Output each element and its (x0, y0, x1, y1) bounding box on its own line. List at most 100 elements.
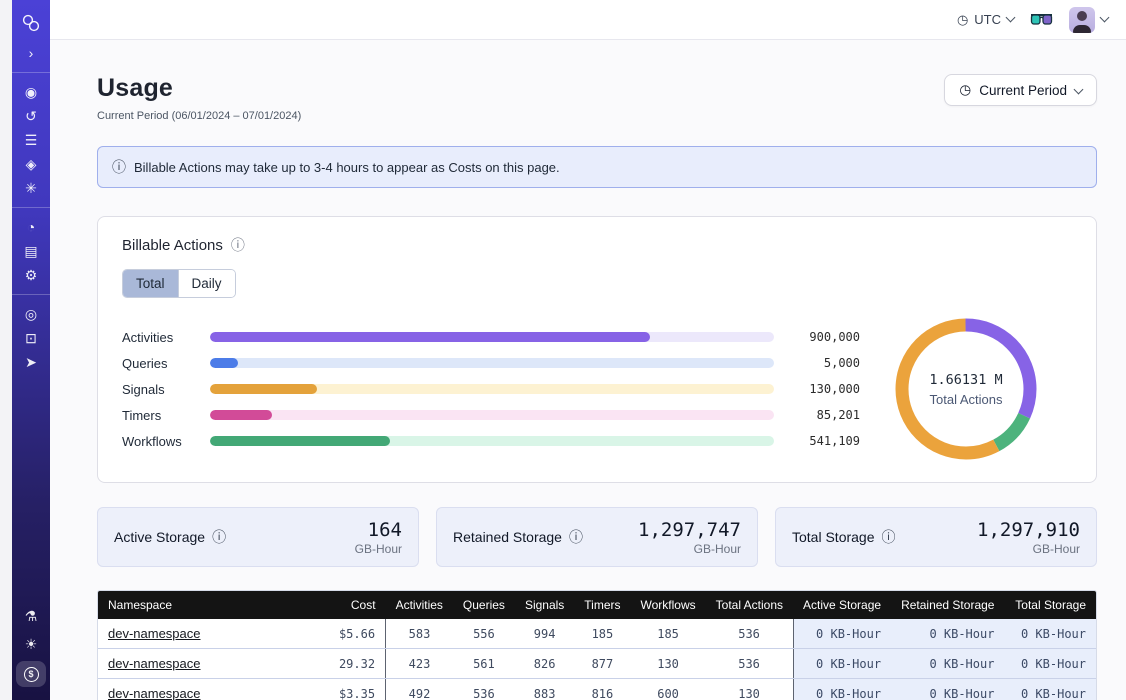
info-icon[interactable]: ⓘ (569, 527, 583, 547)
bar-fill (210, 410, 272, 420)
col-namespace: Namespace (98, 591, 316, 619)
sidebar: › ◉ ↺ ☰ ◈ ✳ ◔ ▤ ⚙ ◎ ⊡ ➤ ⚗ (12, 0, 50, 700)
bar-row: Signals 130,000 (122, 376, 860, 402)
timezone-selector[interactable]: ◷ UTC (957, 12, 1014, 28)
namespace-link[interactable]: dev-namespace (108, 686, 201, 700)
col-retained-storage: Retained Storage (891, 591, 1004, 619)
bar-fill (210, 436, 390, 446)
bar-track (210, 384, 774, 394)
sidebar-nav-group-3: ◎ ⊡ ➤ (17, 302, 45, 374)
bar-value: 85,201 (774, 408, 860, 422)
cell-timers: 816 (574, 679, 630, 700)
table-row: dev-namespace $3.35 492 536 883 816 600 … (98, 679, 1096, 700)
gauge-icon[interactable]: ◔ (17, 216, 45, 238)
sidebar-divider (12, 72, 50, 73)
cell-cost: $5.66 (316, 619, 386, 649)
cell-total-storage: 0 KB-Hour (1004, 649, 1096, 679)
timezone-label: UTC (974, 12, 1001, 27)
glasses-icon[interactable] (1030, 13, 1053, 26)
col-signals: Signals (515, 591, 574, 619)
chevron-right-icon[interactable]: › (17, 42, 45, 64)
sun-icon[interactable]: ☀ (17, 633, 45, 655)
propeller-logo-icon[interactable] (17, 9, 45, 37)
cell-retained-storage: 0 KB-Hour (891, 649, 1004, 679)
user-menu[interactable] (1069, 7, 1108, 33)
page-title: Usage (97, 74, 301, 103)
bar-track (210, 358, 774, 368)
storage-card: Active Storage ⓘ 164 GB-Hour (97, 507, 419, 567)
col-workflows: Workflows (631, 591, 706, 619)
storage-card: Total Storage ⓘ 1,297,910 GB-Hour (775, 507, 1097, 567)
namespace-link[interactable]: dev-namespace (108, 656, 201, 671)
coin-circle: $ (24, 667, 39, 682)
bar-row: Activities 900,000 (122, 324, 860, 350)
bar-label: Activities (122, 330, 190, 345)
donut-total-label: Total Actions (929, 392, 1002, 407)
cell-workflows: 600 (631, 679, 706, 700)
bar-fill (210, 332, 650, 342)
storage-card: Retained Storage ⓘ 1,297,747 GB-Hour (436, 507, 758, 567)
info-icon: ⓘ (112, 157, 126, 177)
storage-card-value: 164 (355, 519, 402, 541)
bar-track (210, 410, 774, 420)
bar-label: Workflows (122, 434, 190, 449)
cell-retained-storage: 0 KB-Hour (891, 679, 1004, 700)
sidebar-divider (12, 294, 50, 295)
period-button-label: Current Period (979, 83, 1067, 98)
cell-total-actions: 536 (706, 649, 793, 679)
banner-text: Billable Actions may take up to 3-4 hour… (134, 160, 560, 175)
bar-value: 130,000 (774, 382, 860, 396)
billable-actions-title: Billable Actions (122, 237, 223, 254)
cell-activities: 583 (386, 619, 453, 649)
flask-icon[interactable]: ⚗ (17, 605, 45, 627)
chevron-down-icon (1006, 13, 1016, 23)
current-period-button[interactable]: ◷ Current Period (944, 74, 1097, 106)
bar-value: 900,000 (774, 330, 860, 344)
main-content: Usage Current Period (06/01/2024 – 07/01… (50, 40, 1126, 700)
cube-icon[interactable]: ◈ (17, 153, 45, 175)
lifebuoy-icon[interactable]: ◎ (17, 303, 45, 325)
col-total-actions: Total Actions (706, 591, 793, 619)
namespace-link[interactable]: dev-namespace (108, 626, 201, 641)
eye-icon[interactable]: ◉ (17, 81, 45, 103)
bar-label: Timers (122, 408, 190, 423)
monitor-icon[interactable]: ⊡ (17, 327, 45, 349)
table-body: dev-namespace $5.66 583 556 994 185 185 … (98, 619, 1096, 700)
cell-active-storage: 0 KB-Hour (793, 649, 891, 679)
sidebar-bottom-group: ⚗ ☀ $ (16, 602, 46, 690)
clock-arrow-icon[interactable]: ↺ (17, 105, 45, 127)
bar-label: Signals (122, 382, 190, 397)
total-daily-tabs: Total Daily (122, 269, 236, 298)
col-cost: Cost (316, 591, 386, 619)
cell-signals: 826 (515, 649, 574, 679)
info-icon[interactable]: ⓘ (231, 235, 245, 255)
cell-total-actions: 130 (706, 679, 793, 700)
bar-fill (210, 358, 238, 368)
col-active-storage: Active Storage (793, 591, 891, 619)
avatar (1069, 7, 1095, 33)
billable-actions-bar-chart: Activities 900,000 Queries 5,000 (122, 324, 860, 454)
info-icon[interactable]: ⓘ (212, 527, 226, 547)
cell-active-storage: 0 KB-Hour (793, 679, 891, 700)
cell-cost: $3.35 (316, 679, 386, 700)
cell-workflows: 130 (631, 649, 706, 679)
storage-card-label: Total Storage (792, 529, 875, 545)
asterisk-icon[interactable]: ✳ (17, 177, 45, 199)
cell-timers: 185 (574, 619, 630, 649)
cell-timers: 877 (574, 649, 630, 679)
table-header-row: Namespace Cost Activities Queries Signal… (98, 591, 1096, 619)
tab-total[interactable]: Total (123, 270, 178, 297)
bar-track (210, 332, 774, 342)
dollar-coin-icon[interactable]: $ (16, 661, 46, 687)
info-icon[interactable]: ⓘ (882, 527, 896, 547)
cell-active-storage: 0 KB-Hour (793, 619, 891, 649)
clock-icon: ◷ (957, 12, 968, 28)
storage-card-unit: GB-Hour (355, 542, 402, 556)
card-icon[interactable]: ▤ (17, 240, 45, 262)
layers-icon[interactable]: ☰ (17, 129, 45, 151)
rocket-icon[interactable]: ➤ (17, 351, 45, 373)
tab-daily[interactable]: Daily (178, 270, 235, 297)
gear-icon[interactable]: ⚙ (17, 264, 45, 286)
page-subtitle: Current Period (06/01/2024 – 07/01/2024) (97, 110, 301, 122)
bar-row: Timers 85,201 (122, 402, 860, 428)
